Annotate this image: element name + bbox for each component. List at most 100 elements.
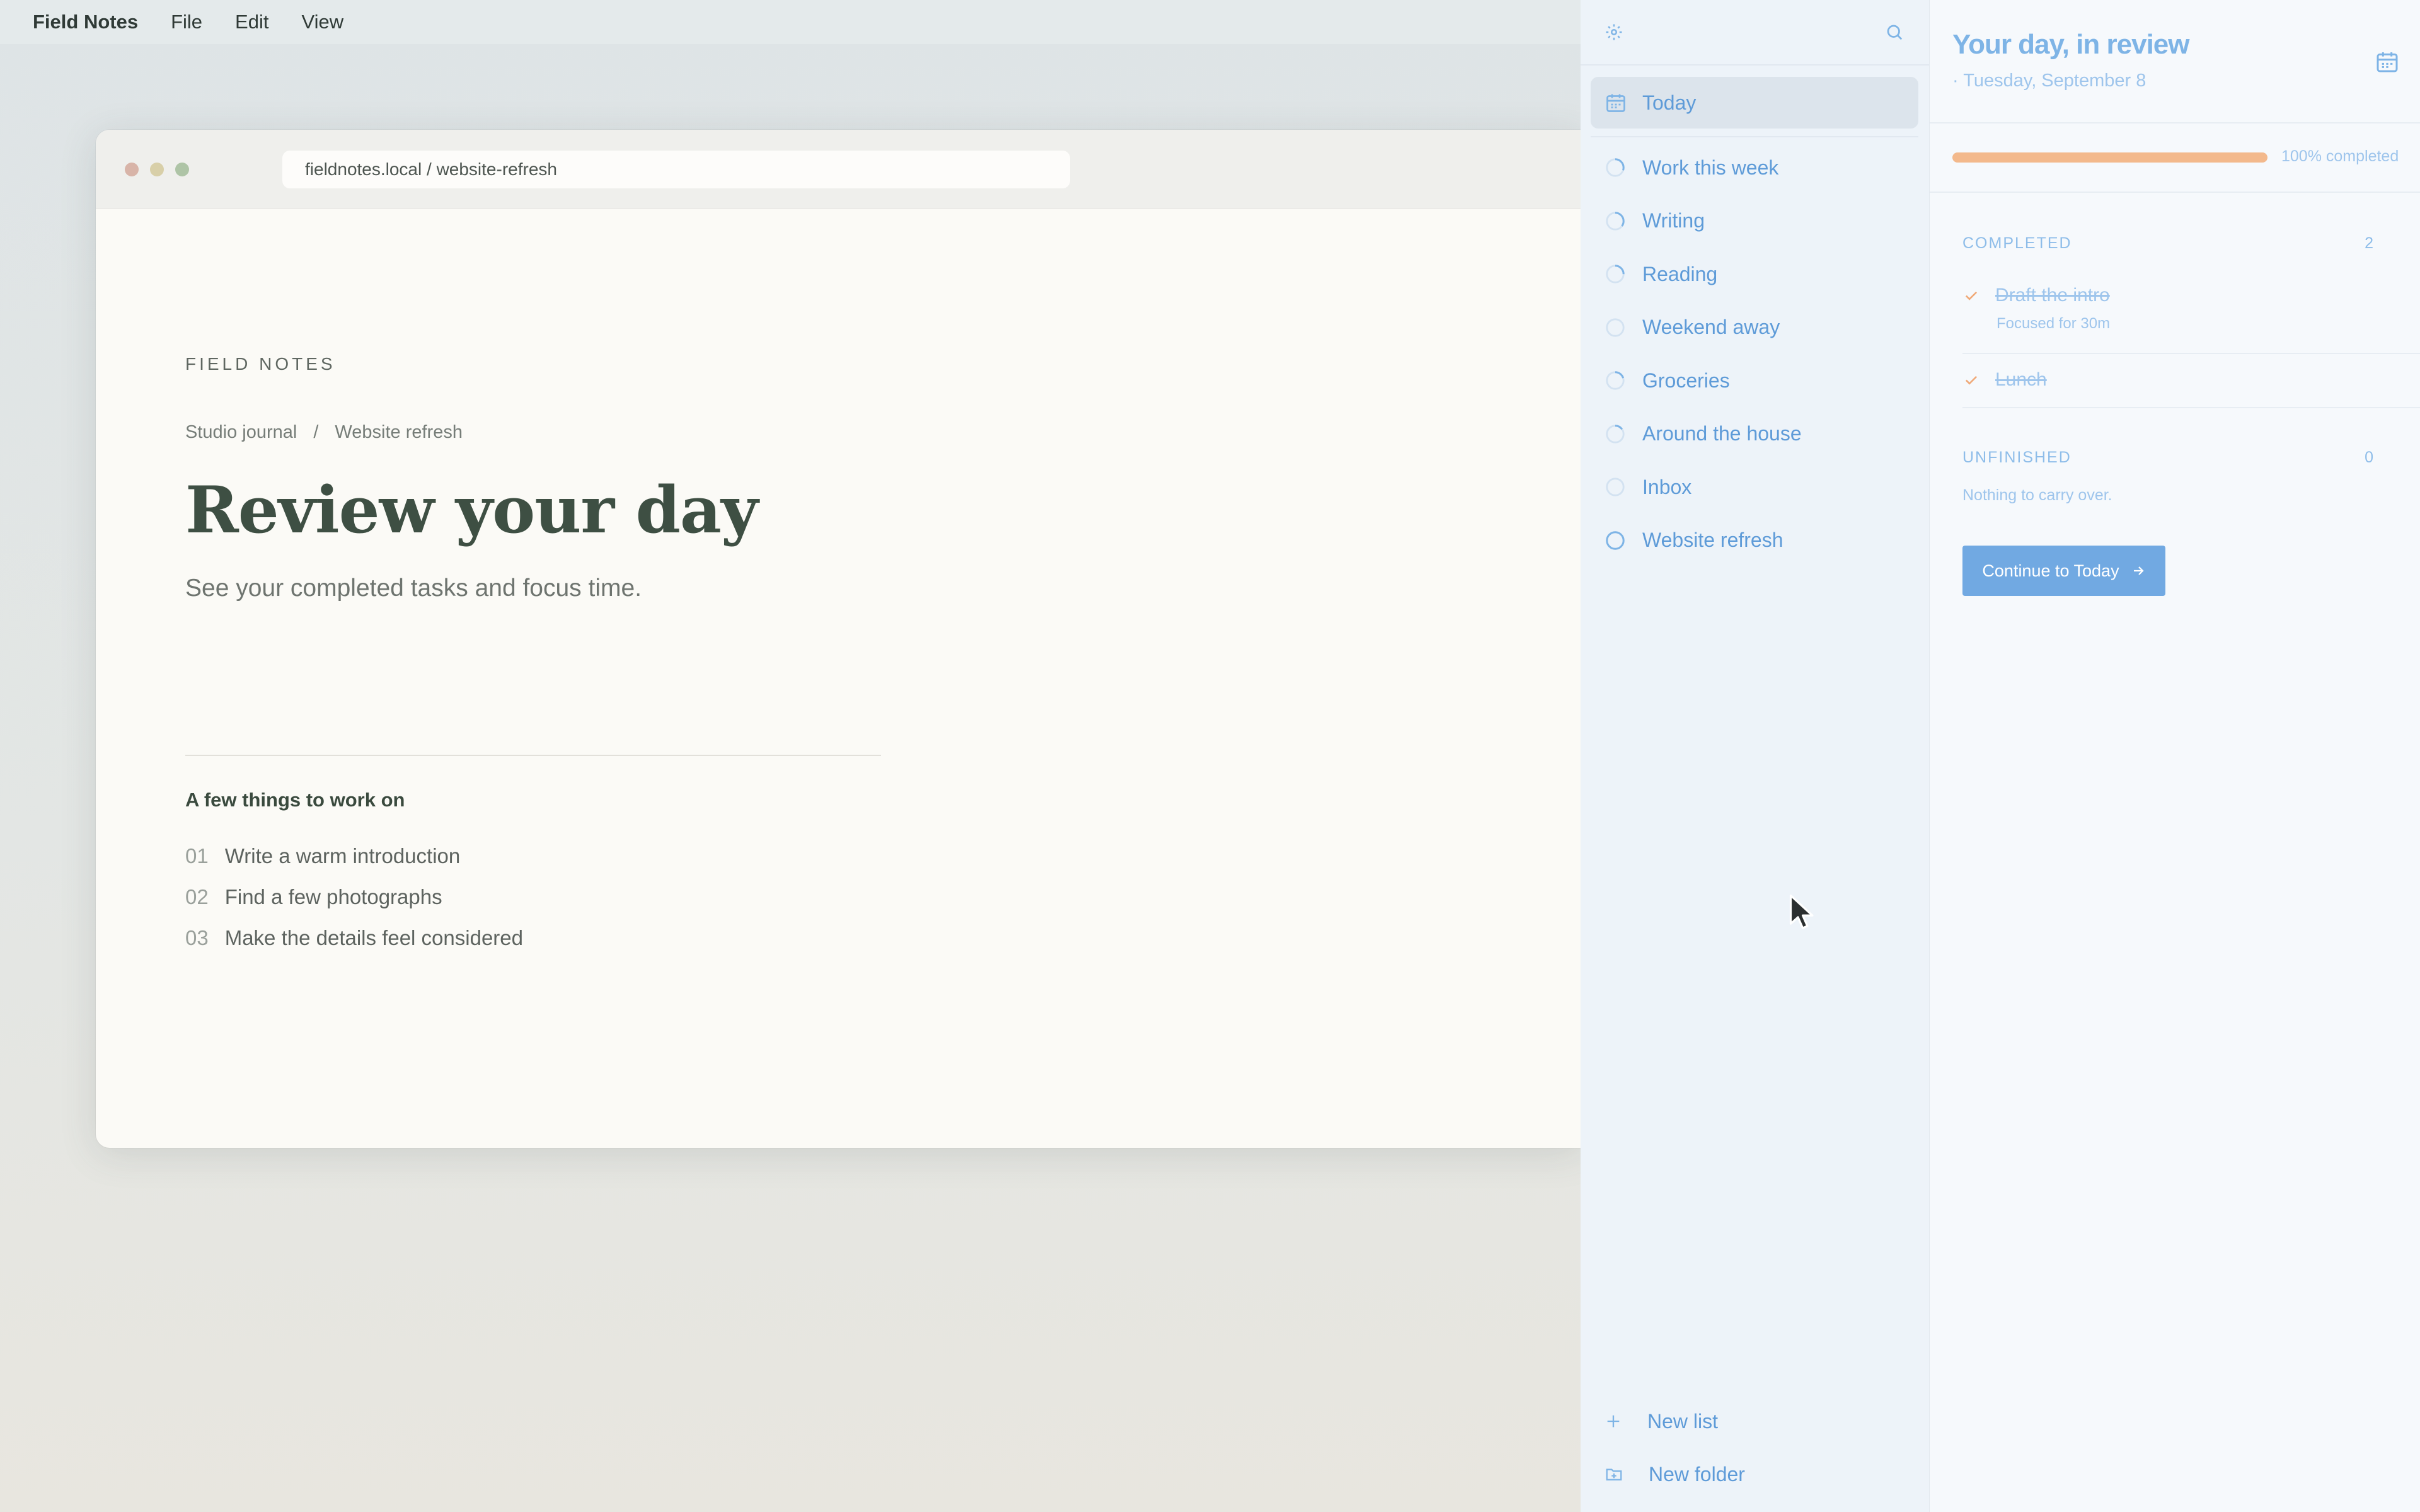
- completed-item-text: Draft the intro: [1995, 285, 2110, 306]
- completed-item-text: Lunch: [1995, 369, 2047, 390]
- progress-ring-icon: [1606, 531, 1625, 550]
- sidebar-item-label: Around the house: [1642, 422, 1802, 445]
- continue-button-label: Continue to Today: [1982, 561, 2119, 580]
- review-date: · Tuesday, September 8: [1952, 71, 2146, 91]
- item-divider: [1962, 407, 2420, 408]
- unfinished-count: 0: [2365, 449, 2375, 466]
- sidebar-item-writing[interactable]: Writing: [1581, 195, 1930, 248]
- things-heading: A few things to work on: [185, 789, 405, 811]
- site-eyebrow: FIELD NOTES: [185, 354, 336, 374]
- new-folder-button[interactable]: New folder: [1581, 1448, 1930, 1501]
- progress-ring-icon: [1606, 371, 1625, 390]
- minimize-window-button[interactable]: [150, 162, 164, 176]
- progress-ring-icon: [1606, 212, 1625, 231]
- sidebar-item-website-refresh[interactable]: Website refresh: [1581, 514, 1930, 568]
- sidebar-toolbar: [1581, 0, 1929, 66]
- day-review-panel: Your day, in review · Tuesday, September…: [1930, 0, 2420, 1512]
- sidebar-item-label: Reading: [1642, 262, 1718, 285]
- section-divider: [185, 755, 881, 756]
- item-number: 02: [185, 885, 209, 908]
- sidebar-item-today[interactable]: Today: [1591, 77, 1918, 129]
- progress-ring-icon: [1606, 478, 1625, 496]
- sidebar-item-around-the-house[interactable]: Around the house: [1581, 408, 1930, 461]
- sidebar-item-reading[interactable]: Reading: [1581, 248, 1930, 301]
- window-controls: [125, 162, 189, 176]
- item-number: 01: [185, 844, 209, 868]
- focus-time-text: Focused for 30m: [1997, 315, 2111, 332]
- sidebar-item-label: Inbox: [1642, 475, 1692, 498]
- sidebar-footer: New list New folder: [1581, 1395, 1930, 1501]
- list-item: 02 Find a few photographs: [185, 876, 523, 917]
- breadcrumb: Studio journal / Website refresh: [185, 422, 463, 443]
- sidebar-divider: [1591, 136, 1918, 137]
- menubar: Field Notes File Edit View: [0, 0, 1581, 44]
- menu-view[interactable]: View: [301, 11, 343, 33]
- progress-ring-icon: [1606, 158, 1625, 177]
- search-icon[interactable]: [1885, 23, 1904, 42]
- breadcrumb-website-refresh[interactable]: Website refresh: [335, 422, 463, 443]
- progress-ring-icon: [1606, 425, 1625, 444]
- mouse-cursor-icon: [1789, 893, 1818, 936]
- progress-ring-icon: [1606, 265, 1625, 284]
- review-title: Your day, in review: [1952, 29, 2189, 60]
- unfinished-empty-text: Nothing to carry over.: [1962, 486, 2112, 504]
- app-name-menu[interactable]: Field Notes: [33, 11, 138, 33]
- close-window-button[interactable]: [125, 162, 139, 176]
- sidebar-item-label: Writing: [1642, 209, 1705, 232]
- completed-item[interactable]: Lunch: [1962, 369, 2420, 391]
- browser-titlebar: fieldnotes.local / website-refresh: [96, 130, 1583, 209]
- item-number: 03: [185, 925, 209, 949]
- progress-label: 100% completed: [2281, 147, 2399, 165]
- item-text: Find a few photographs: [224, 885, 442, 908]
- item-text: Write a warm introduction: [224, 844, 461, 868]
- url-text: fieldnotes.local / website-refresh: [305, 159, 557, 179]
- completed-label: COMPLETED: [1962, 234, 2072, 252]
- sidebar-item-groceries[interactable]: Groceries: [1581, 354, 1930, 408]
- lists-sidebar: Today Work this week Writing Reading Wee…: [1581, 0, 1930, 1512]
- browser-window: fieldnotes.local / website-refresh FIELD…: [96, 130, 1583, 1148]
- sidebar-item-label: Website refresh: [1642, 529, 1783, 552]
- menu-file[interactable]: File: [171, 11, 202, 33]
- progress-bar: [1952, 152, 2267, 163]
- completed-item[interactable]: Draft the intro Focused for 30m: [1962, 285, 2420, 333]
- list-item: 01 Write a warm introduction: [185, 835, 523, 876]
- menu-edit[interactable]: Edit: [235, 11, 268, 33]
- page-subtitle: See your completed tasks and focus time.: [185, 575, 642, 602]
- sidebar-item-inbox[interactable]: Inbox: [1581, 461, 1930, 514]
- sidebar-lists: Work this week Writing Reading Weekend a…: [1581, 141, 1930, 567]
- sidebar-item-work-this-week[interactable]: Work this week: [1581, 141, 1930, 195]
- page-title: Review your day: [185, 472, 758, 548]
- new-folder-label: New folder: [1649, 1462, 1745, 1486]
- completed-section-header: COMPLETED 2: [1962, 234, 2420, 253]
- breadcrumb-separator: /: [313, 422, 319, 442]
- sidebar-item-label: Weekend away: [1642, 316, 1780, 339]
- folder-plus-icon: [1605, 1465, 1623, 1484]
- list-item: 03 Make the details feel considered: [185, 917, 523, 958]
- sidebar-item-label: Work this week: [1642, 156, 1779, 179]
- things-list: 01 Write a warm introduction 02 Find a f…: [185, 835, 523, 958]
- gear-icon[interactable]: [1605, 23, 1623, 42]
- sidebar-item-weekend-away[interactable]: Weekend away: [1581, 301, 1930, 355]
- calendar-icon: [1605, 91, 1627, 114]
- item-divider: [1962, 353, 2420, 354]
- new-list-button[interactable]: New list: [1581, 1395, 1930, 1448]
- review-header: Your day, in review · Tuesday, September…: [1930, 0, 2420, 123]
- progress-ring-icon: [1606, 318, 1625, 337]
- sidebar-item-label: Groceries: [1642, 369, 1730, 392]
- zoom-window-button[interactable]: [175, 162, 189, 176]
- unfinished-section-header: UNFINISHED 0: [1962, 449, 2420, 467]
- review-progress: 100% completed: [1930, 123, 2420, 193]
- completed-count: 2: [2365, 234, 2375, 252]
- sidebar-item-label: Today: [1642, 91, 1697, 114]
- check-icon: [1962, 287, 1980, 304]
- item-text: Make the details feel considered: [224, 925, 523, 949]
- unfinished-label: UNFINISHED: [1962, 449, 2071, 466]
- progress-bar-fill: [1952, 152, 2267, 163]
- new-list-label: New list: [1647, 1409, 1719, 1433]
- calendar-icon[interactable]: [2375, 49, 2400, 74]
- breadcrumb-studio-journal[interactable]: Studio journal: [185, 422, 297, 443]
- address-bar[interactable]: fieldnotes.local / website-refresh: [282, 150, 1070, 188]
- continue-to-today-button[interactable]: Continue to Today: [1962, 546, 2165, 596]
- check-icon: [1962, 371, 1980, 389]
- plus-icon: [1605, 1412, 1622, 1430]
